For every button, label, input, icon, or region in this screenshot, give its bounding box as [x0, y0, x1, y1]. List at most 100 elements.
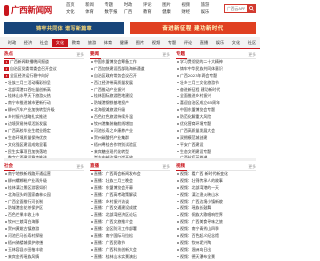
list-item[interactable]: 河池长寿之乡康养产业 [90, 128, 170, 135]
list-item[interactable]: 梧州骑楼城保护修缮 [4, 240, 84, 247]
catnav-item[interactable]: 评论 [180, 39, 196, 47]
list-item[interactable]: 直播：广西高考政策解读 [90, 192, 170, 199]
list-item[interactable]: 钦州三娘湾白海豚 [4, 219, 84, 226]
banner-right[interactable]: 奋进新征程 建功新时代 [130, 22, 256, 34]
catnav-item[interactable]: 图片 [132, 39, 148, 47]
list-item[interactable]: 南宁地铁新线路开通运营 [4, 171, 84, 178]
list-item[interactable]: 来宾糖业现代化转型 [90, 149, 170, 156]
list-item[interactable]: 防范化解重大风险 [176, 114, 256, 121]
list-item[interactable]: 直播：南宁国际马拉松 [90, 233, 170, 240]
more-link[interactable]: 更多 [76, 51, 84, 58]
catnav-item[interactable]: 教育 [68, 39, 84, 47]
topnav-item[interactable]: 新闻 [85, 3, 104, 9]
topnav-item[interactable]: 视频 [182, 3, 201, 9]
list-item[interactable]: 直播：广西文旅推介会 [90, 219, 170, 226]
list-item[interactable]: 视频：广西美食寻味之旅 [176, 219, 256, 226]
topnav-item[interactable]: 广西 [124, 10, 143, 16]
more-link[interactable]: 更多 [76, 163, 84, 170]
list-item[interactable]: 直播：全区防汛工作部署 [90, 226, 170, 233]
list-item[interactable]: 壮乡三月三文化旅游节 [176, 80, 256, 87]
list-item[interactable]: 河池巴马长寿村探秘 [4, 233, 84, 240]
list-item[interactable]: 文化强区建设成效显著 [4, 142, 84, 149]
catnav-item[interactable]: 娱乐 [212, 39, 228, 47]
list-item[interactable]: 全面推进乡村振兴 [176, 93, 256, 100]
list-item[interactable]: 视频：看广西 新时代新变化 [176, 171, 256, 178]
catnav-item[interactable]: 经济 [20, 39, 36, 47]
list-item[interactable]: 桂林山水甲天下旅游火热 [4, 93, 84, 100]
list-item[interactable]: 乡村振兴战略扎实推进 [4, 114, 84, 121]
list-item[interactable]: 铸牢中华民族共同体意识 [176, 66, 256, 73]
catnav-item[interactable]: 视频 [148, 39, 164, 47]
topnav-item[interactable]: 健康 [162, 10, 181, 16]
catnav-item[interactable]: 专题 [164, 39, 180, 47]
list-item[interactable]: 视频：侗族大歌唱响世界 [176, 212, 256, 219]
list-item[interactable]: 直播：广西两会新闻发布会 [90, 171, 170, 178]
list-item[interactable]: 生态环境质量保持优良 [4, 135, 84, 142]
list-item[interactable]: 西江经济带高质量发展 [90, 80, 170, 87]
list-item[interactable]: 1 广西新闻联播晚间报道 [4, 59, 84, 66]
list-item[interactable]: 柳州汽车产业加快转型升级 [4, 107, 84, 114]
catnav-item[interactable]: 时政 [4, 39, 20, 47]
list-item[interactable]: 优化营商环境专题 [176, 121, 256, 128]
list-item[interactable]: 贺州黄姚古镇旅游 [4, 226, 84, 233]
list-item[interactable]: 广西高质量发展大会 [176, 128, 256, 135]
list-item[interactable]: 梧州粤桂合作特别试验区 [90, 142, 170, 149]
more-link[interactable]: 更多 [248, 51, 256, 58]
list-item[interactable]: 喜迎自治区成立65周年 [176, 100, 256, 107]
list-item[interactable]: 柳州螺蛳粉产业再升级 [4, 178, 84, 185]
list-item[interactable]: 视频：广西边境小镇新貌 [176, 199, 256, 206]
list-item[interactable]: 直播：北部湾经济区论坛 [90, 212, 170, 219]
topnav-item[interactable]: 教育 [143, 10, 162, 16]
topnav-item[interactable]: 财经 [182, 10, 201, 16]
list-item[interactable]: 北海银滩旅游升级 [90, 107, 170, 114]
list-item[interactable]: 直播：广西交通建设成就 [90, 205, 170, 212]
topnav-item[interactable]: 体育 [85, 10, 104, 16]
list-item[interactable]: 桂林漓江景区游客如织 [4, 185, 84, 192]
list-item[interactable]: 广西高校毕业生就业稳定 [4, 128, 84, 135]
list-item[interactable]: 平安广西建设 [176, 142, 256, 149]
list-item[interactable]: 直播：壮族三月三晚会 [90, 178, 170, 185]
topnav-item[interactable]: 时政 [124, 3, 143, 9]
list-item[interactable]: 广西推动产业振兴 [90, 87, 170, 94]
more-link[interactable]: 更多 [162, 51, 170, 58]
list-item[interactable]: 视频：百色起义纪念馆 [176, 233, 256, 240]
catnav-item[interactable]: 健康 [116, 39, 132, 47]
list-item[interactable]: 防城港金花茶保护区 [4, 205, 84, 212]
list-item[interactable]: 广西全面推行河长制 [4, 199, 84, 206]
list-item[interactable]: 中国东盟博览会筹备工作 [90, 59, 170, 66]
list-item[interactable]: 奋进新征程 建功新时代 [176, 87, 256, 94]
list-item[interactable]: 视频：钦州坭兴陶 [176, 240, 256, 247]
list-item[interactable]: 北海冠头岭国家森林公园 [4, 192, 84, 199]
list-item[interactable]: 玉林容县沙田柚丰收 [4, 247, 84, 254]
list-item[interactable]: 防城港钢铁基地投产 [90, 100, 170, 107]
list-item[interactable]: 自治区政府常务会议召开 [90, 73, 170, 80]
topnav-item[interactable]: 评论 [143, 3, 162, 9]
list-item[interactable]: 壮族三月三活动精彩纷呈 [4, 80, 84, 87]
list-item[interactable]: 民生实事项目加快落地 [4, 149, 84, 156]
catnav-item[interactable]: 社会 [36, 39, 52, 47]
list-item[interactable]: 视频：漓江渔火映山水 [176, 192, 256, 199]
topnav-item[interactable]: 首页 [66, 3, 85, 9]
list-item[interactable]: 视频：壮锦传承人的故事 [176, 178, 256, 185]
catnav-item[interactable]: 文化 [228, 39, 244, 47]
list-item[interactable]: 边境贸易持续活跃发展 [4, 121, 84, 128]
topnav-item[interactable]: 数字报 [105, 10, 124, 16]
list-item[interactable]: 中国东盟博览会专题 [176, 107, 256, 114]
list-item[interactable]: 百色芒果丰收上市 [4, 212, 84, 219]
list-item[interactable]: 学习贯彻党的二十大精神 [176, 59, 256, 66]
list-item[interactable]: 3 全区经济运行稳中向好 [4, 73, 84, 80]
banner-left[interactable]: 铸牢共同体 谱写新篇章 [4, 22, 124, 34]
topnav-item[interactable]: 图片 [162, 3, 181, 9]
catnav-item-active[interactable]: 文化 [52, 39, 68, 47]
list-item[interactable]: 桂林国际旅游胜地建设 [90, 93, 170, 100]
list-item[interactable]: 广西2023年两会专题 [176, 73, 256, 80]
list-item[interactable]: 视频：瑶族长鼓舞 [176, 205, 256, 212]
catnav-item[interactable]: 旅游 [84, 39, 100, 47]
topnav-item[interactable]: 娱乐 [201, 10, 220, 16]
list-item[interactable]: 视频：北部湾港的一天 [176, 185, 256, 192]
list-item[interactable]: 视频：南宁青秀山四季 [176, 226, 256, 233]
list-item[interactable]: 直播：乡村振兴访谈 [90, 199, 170, 206]
catnav-item[interactable]: 体育 [100, 39, 116, 47]
site-logo[interactable]: 广西新闻网 [4, 2, 52, 18]
list-item[interactable]: 百色红色旅游持续升温 [90, 114, 170, 121]
